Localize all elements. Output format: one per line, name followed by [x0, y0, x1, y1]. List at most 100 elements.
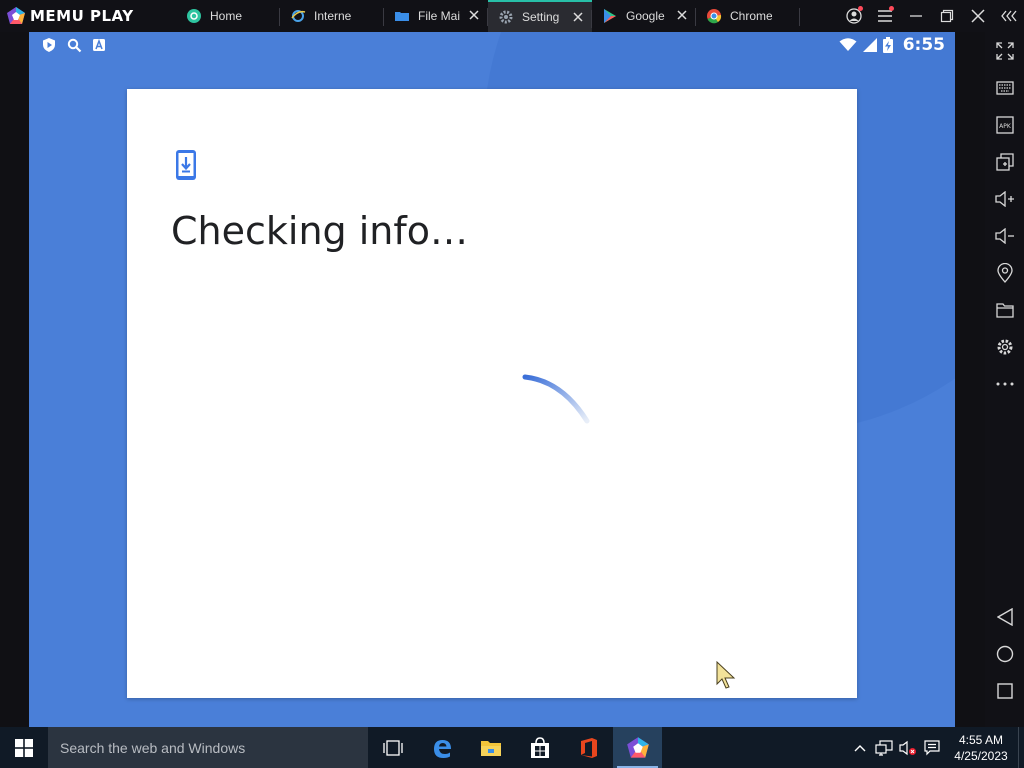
restore-button[interactable]	[931, 0, 962, 32]
folder-icon	[995, 303, 1014, 318]
volume-status[interactable]	[896, 727, 920, 768]
memu-app-icon	[626, 736, 649, 758]
chevron-up-icon	[854, 744, 866, 751]
task-view-icon	[382, 739, 403, 756]
window-controls	[838, 0, 1024, 32]
tab-strip: Home Interne File Mai Setting Google Chr…	[176, 0, 800, 32]
cell-signal-icon	[862, 38, 877, 52]
taskbar-file-explorer[interactable]	[466, 727, 515, 768]
battery-charging-icon	[882, 37, 893, 53]
menu-button[interactable]	[869, 0, 900, 32]
more-dots-icon	[996, 382, 1013, 386]
chevrons-left-icon	[1000, 10, 1017, 22]
taskbar-edge[interactable]	[417, 727, 466, 768]
tab-settings[interactable]: Setting	[488, 0, 592, 32]
emulator-toolbar: APK	[985, 32, 1024, 727]
network-status[interactable]	[872, 727, 896, 768]
notification-dot	[889, 6, 894, 11]
android-recents-button[interactable]	[985, 676, 1024, 706]
taskbar-clock[interactable]: 4:55 AM 4/25/2023	[944, 732, 1018, 764]
network-icon	[875, 739, 893, 756]
wifi-icon	[839, 38, 857, 51]
restore-icon	[940, 9, 953, 23]
volume-up-button[interactable]	[985, 184, 1024, 214]
task-view-button[interactable]	[368, 727, 417, 768]
memu-logo: MEMU PLAY	[0, 0, 180, 32]
fullscreen-button[interactable]	[985, 36, 1024, 66]
action-center-button[interactable]	[920, 727, 944, 768]
close-tab-icon[interactable]	[676, 9, 688, 21]
notifications-icon	[924, 739, 940, 755]
search-icon	[67, 38, 82, 52]
system-tray: 4:55 AM 4/25/2023	[848, 727, 1024, 768]
tab-label: Interne	[314, 9, 352, 23]
windows-taskbar: Search the web and Windows 4:55 AM 4/25/…	[0, 727, 1024, 768]
tab-google-play[interactable]: Google	[592, 0, 696, 32]
tab-file-manager[interactable]: File Mai	[384, 0, 488, 32]
settings-icon	[499, 10, 513, 24]
close-button[interactable]	[962, 0, 993, 32]
app-name: MEMU PLAY	[30, 7, 134, 25]
volume-up-icon	[994, 191, 1014, 207]
tab-chrome[interactable]: Chrome	[696, 0, 800, 32]
keyboard-a-icon	[93, 38, 105, 51]
volume-down-button[interactable]	[985, 221, 1024, 251]
volume-down-icon	[994, 228, 1014, 244]
settings-button[interactable]	[985, 332, 1024, 362]
android-screen: 6:55 Checking info…	[29, 32, 955, 727]
location-button[interactable]	[985, 258, 1024, 288]
internet-icon	[291, 10, 306, 22]
taskbar-search-box[interactable]: Search the web and Windows	[48, 727, 368, 768]
minimize-icon	[909, 15, 922, 17]
location-pin-icon	[996, 263, 1013, 283]
multi-instance-button[interactable]	[985, 147, 1024, 177]
folder-icon	[395, 12, 409, 21]
show-desktop-button[interactable]	[1018, 727, 1024, 768]
close-tab-icon[interactable]	[468, 9, 480, 21]
tab-home[interactable]: Home	[176, 0, 280, 32]
keymapping-button[interactable]	[985, 73, 1024, 103]
collapse-sidebar-button[interactable]	[993, 0, 1024, 32]
show-hidden-icons-button[interactable]	[848, 727, 872, 768]
start-button[interactable]	[0, 727, 48, 768]
tab-label: Google	[626, 9, 665, 23]
store-bag-icon	[530, 736, 549, 758]
shared-folder-button[interactable]	[985, 295, 1024, 325]
close-tab-icon[interactable]	[572, 11, 584, 23]
more-button[interactable]	[985, 369, 1024, 399]
edge-browser-icon	[433, 739, 451, 758]
mouse-cursor	[716, 661, 736, 689]
tab-label: File Mai	[418, 9, 460, 23]
android-back-button[interactable]	[985, 602, 1024, 632]
minimize-button[interactable]	[900, 0, 931, 32]
memu-logo-icon	[7, 7, 25, 24]
tab-label: Chrome	[730, 9, 772, 23]
phone-download-icon	[176, 150, 196, 180]
taskbar-date: 4/25/2023	[954, 748, 1008, 763]
memu-home-icon	[187, 9, 201, 23]
play-store-icon	[604, 9, 616, 23]
fullscreen-icon	[995, 42, 1014, 60]
tab-internet[interactable]: Interne	[280, 0, 384, 32]
recents-square-icon	[996, 683, 1013, 699]
checking-info-dialog: Checking info…	[127, 89, 857, 698]
account-button[interactable]	[838, 0, 869, 32]
play-protect-icon	[43, 38, 55, 52]
android-home-button[interactable]	[985, 639, 1024, 669]
emulator-title-bar: MEMU PLAY Home Interne File Mai Setting …	[0, 0, 1024, 32]
taskbar-store[interactable]	[515, 727, 564, 768]
taskbar-memu[interactable]	[613, 727, 662, 768]
install-apk-button[interactable]: APK	[985, 110, 1024, 140]
file-explorer-icon	[480, 740, 501, 756]
close-icon	[970, 9, 985, 23]
search-placeholder: Search the web and Windows	[60, 739, 246, 756]
windows-logo-icon	[15, 738, 33, 757]
apk-icon: APK	[995, 116, 1014, 134]
taskbar-time: 4:55 AM	[958, 732, 1004, 747]
taskbar-office[interactable]	[564, 727, 613, 768]
tab-label: Home	[210, 9, 243, 23]
hamburger-menu-icon	[877, 10, 892, 22]
notification-dot	[858, 6, 863, 11]
android-clock: 6:55	[902, 35, 945, 55]
loading-spinner	[522, 374, 590, 424]
